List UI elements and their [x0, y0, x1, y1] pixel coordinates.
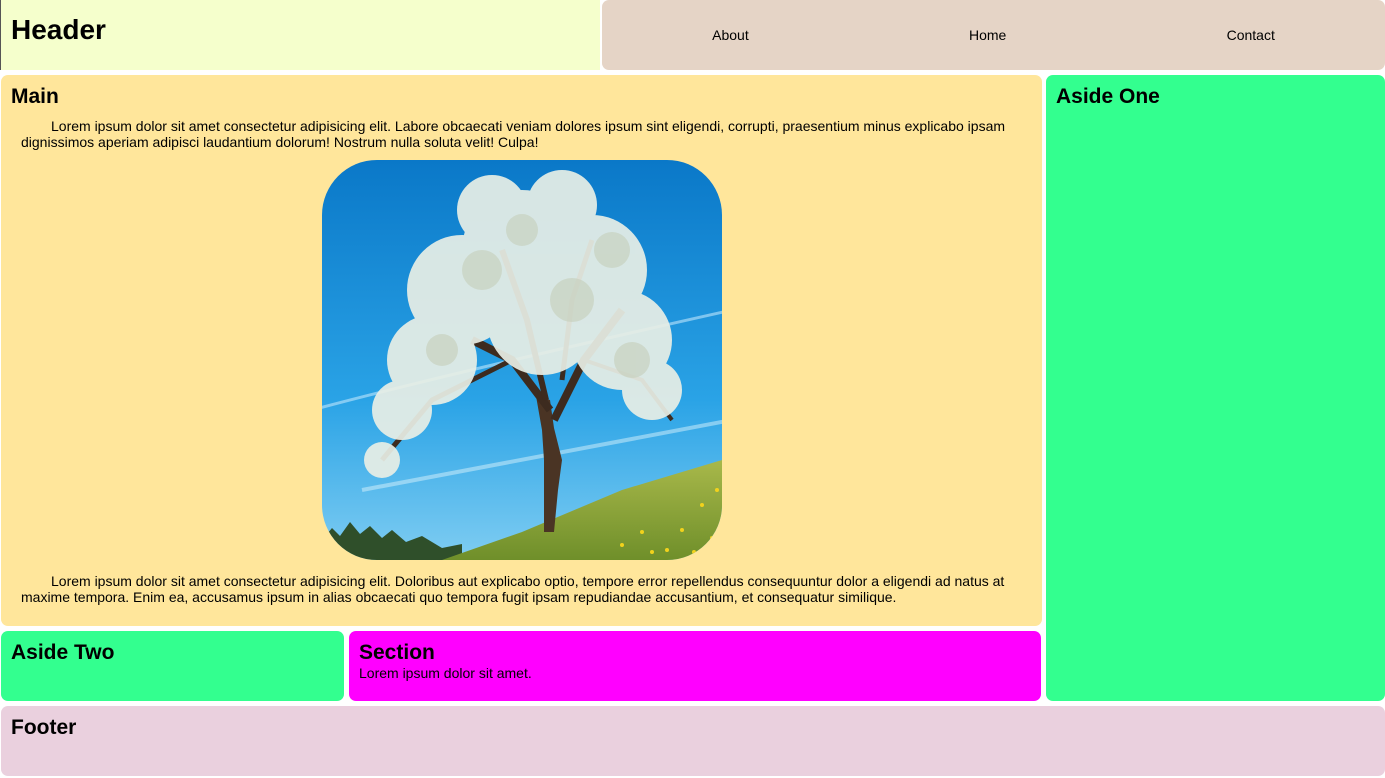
nav-link-about[interactable]: About: [704, 23, 757, 47]
nav-link-contact[interactable]: Contact: [1219, 23, 1283, 47]
aside-two-panel: Aside Two: [1, 631, 344, 701]
main-paragraph-2: Lorem ipsum dolor sit amet consectetur a…: [21, 573, 1005, 605]
footer-title: Footer: [11, 716, 77, 739]
footer: Footer: [1, 706, 1385, 776]
nav-link-home[interactable]: Home: [961, 23, 1014, 47]
page: Header About Home Contact Main Lorem ips…: [0, 0, 1385, 778]
main-title: Main: [11, 85, 59, 108]
main-paragraph-1: Lorem ipsum dolor sit amet consectetur a…: [21, 118, 1006, 150]
nav-bar: About Home Contact: [602, 0, 1385, 70]
section-text: Lorem ipsum dolor sit amet.: [359, 665, 532, 681]
aside-one-panel: Aside One: [1046, 75, 1385, 701]
header-title: Header: [11, 14, 106, 45]
tree-image: [321, 160, 722, 560]
section-title: Section: [359, 641, 435, 664]
main-panel: Main Lorem ipsum dolor sit amet consecte…: [1, 75, 1042, 626]
header: Header: [0, 0, 600, 70]
aside-two-title: Aside Two: [11, 641, 115, 664]
aside-one-title: Aside One: [1056, 85, 1160, 108]
section-panel: Section Lorem ipsum dolor sit amet.: [349, 631, 1041, 701]
